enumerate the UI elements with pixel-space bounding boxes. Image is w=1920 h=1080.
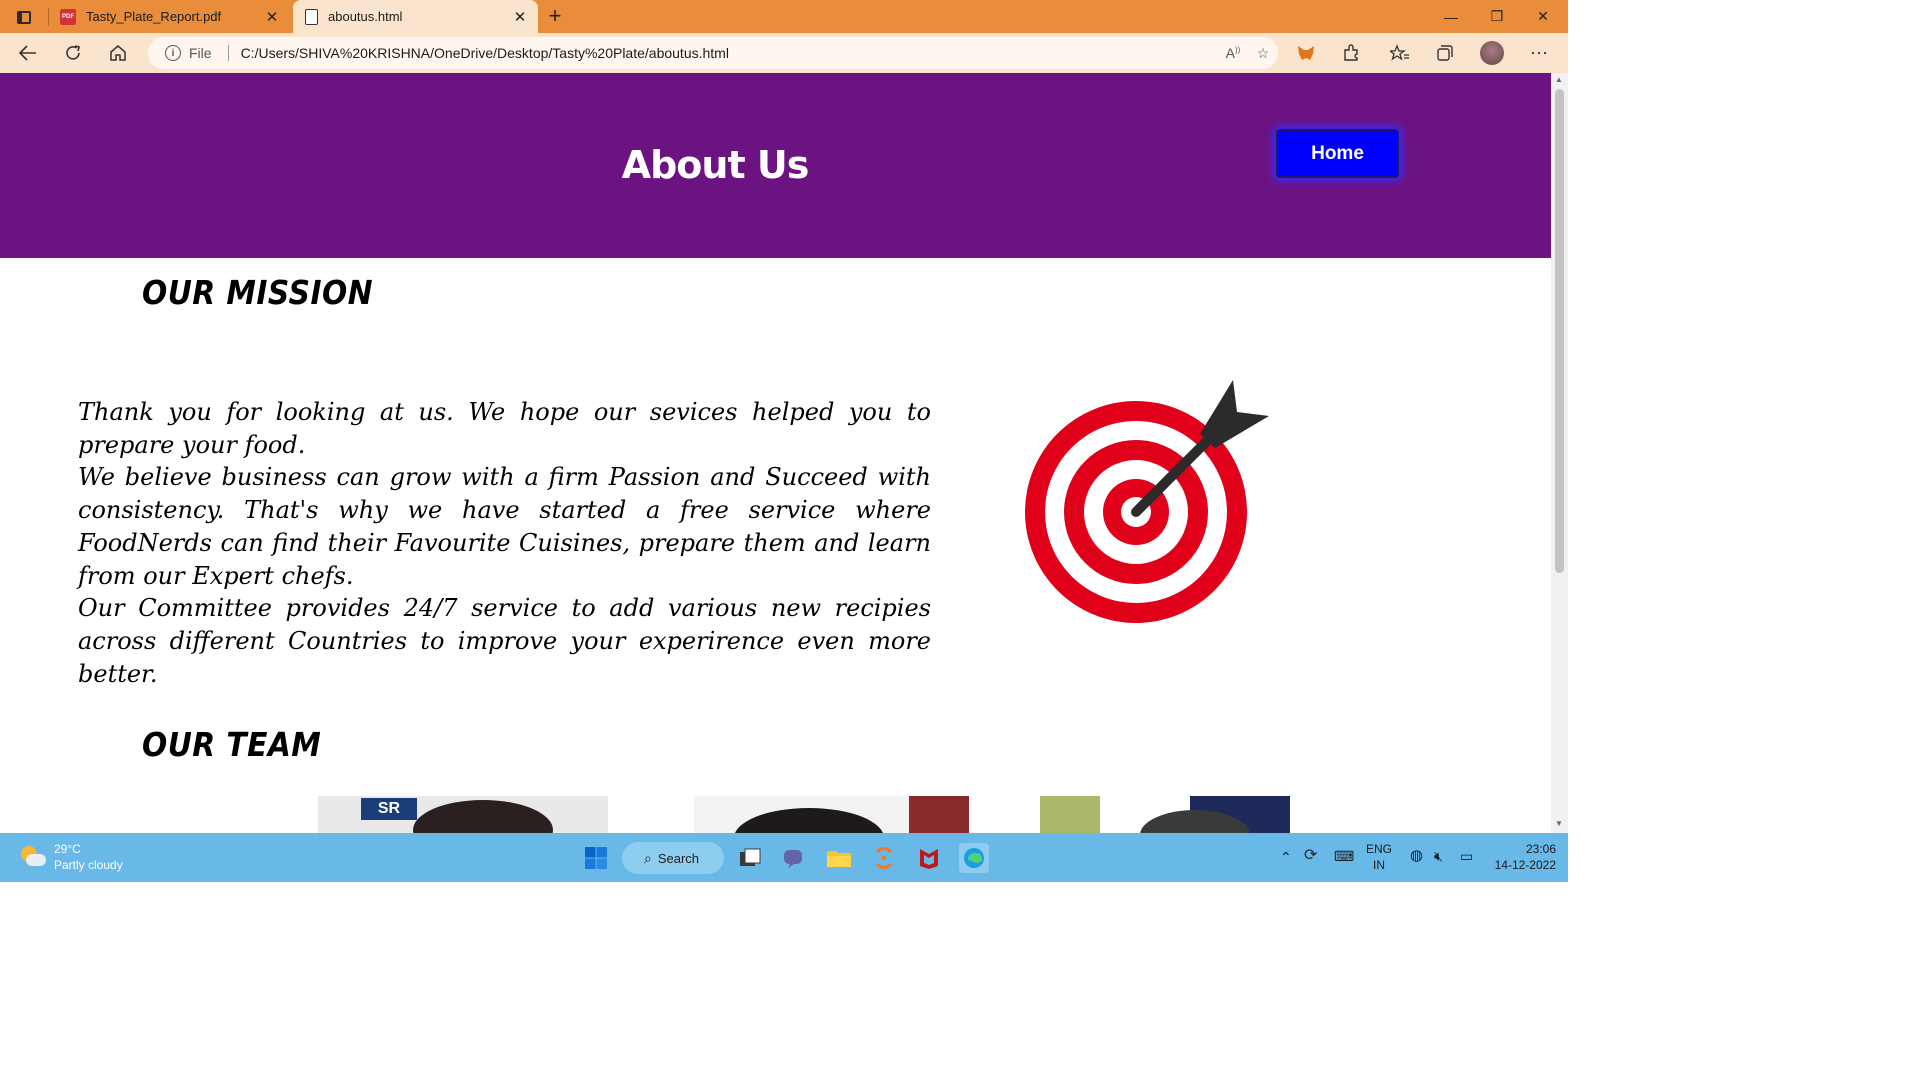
mcafee-icon[interactable] bbox=[914, 843, 944, 873]
keyboard-icon[interactable]: ⌨ bbox=[1334, 848, 1354, 864]
profile-avatar[interactable] bbox=[1478, 39, 1506, 67]
mission-paragraph: Our Committee provides 24/7 service to a… bbox=[78, 594, 931, 688]
tab-pdf-report[interactable]: PDF Tasty_Plate_Report.pdf ✕ bbox=[48, 0, 290, 33]
browser-toolbar: i File C:/Users/SHIVA%20KRISHNA/OneDrive… bbox=[0, 33, 1568, 73]
language-indicator[interactable]: ENG IN bbox=[1366, 841, 1392, 873]
tab-title: aboutus.html bbox=[328, 9, 403, 24]
mission-paragraph: We believe business can grow with a firm… bbox=[78, 463, 931, 590]
app-icon[interactable] bbox=[869, 843, 899, 873]
team-member-photo bbox=[694, 796, 969, 833]
edge-browser-icon[interactable] bbox=[959, 843, 989, 873]
start-windows-icon[interactable] bbox=[581, 843, 611, 873]
task-view-icon[interactable] bbox=[735, 843, 765, 873]
weather-description: Partly cloudy bbox=[54, 858, 123, 872]
restore-button[interactable]: ❐ bbox=[1474, 0, 1520, 33]
favorites-icon[interactable] bbox=[1386, 39, 1414, 67]
target-dartboard-icon bbox=[1025, 380, 1269, 623]
close-window-button[interactable]: ✕ bbox=[1520, 0, 1566, 33]
scroll-up-arrow-icon[interactable]: ▲ bbox=[1555, 75, 1563, 84]
page-icon bbox=[305, 8, 318, 25]
address-divider bbox=[227, 45, 229, 61]
page-viewport: About Us Home OUR MISSION Thank you for … bbox=[0, 73, 1551, 833]
info-icon[interactable]: i bbox=[165, 45, 181, 61]
clock-date: 14-12-2022 bbox=[1494, 858, 1556, 872]
scheme-label: File bbox=[189, 45, 212, 61]
pdf-file-icon: PDF bbox=[60, 8, 76, 25]
clock[interactable]: 23:06 14-12-2022 bbox=[1490, 841, 1556, 873]
team-member-photo bbox=[1040, 796, 1335, 833]
tab-aboutus[interactable]: aboutus.html ✕ bbox=[293, 0, 538, 33]
browser-titlebar: PDF Tasty_Plate_Report.pdf ✕ aboutus.htm… bbox=[0, 0, 1568, 33]
weather-temperature: 29°C bbox=[54, 842, 81, 856]
network-globe-icon[interactable]: ◍ bbox=[1410, 848, 1423, 864]
new-tab-button[interactable]: + bbox=[542, 3, 568, 29]
volume-muted-icon[interactable]: 🔇︎ bbox=[1434, 848, 1443, 864]
file-explorer-icon[interactable] bbox=[824, 843, 854, 873]
home-icon[interactable] bbox=[104, 39, 132, 67]
clock-time: 23:06 bbox=[1525, 842, 1556, 856]
extensions-icon[interactable] bbox=[1337, 39, 1365, 67]
more-menu-icon[interactable]: ⋯ bbox=[1525, 39, 1553, 67]
add-favorite-icon[interactable]: ☆ bbox=[1248, 45, 1278, 62]
taskbar-search[interactable]: ⌕ Search bbox=[622, 842, 724, 874]
mission-text: Thank you for looking at us. We hope our… bbox=[78, 396, 931, 690]
mission-paragraph: Thank you for looking at us. We hope our… bbox=[78, 398, 931, 459]
home-button[interactable]: Home bbox=[1276, 129, 1399, 178]
chevron-up-icon[interactable]: ⌃ bbox=[1280, 849, 1292, 865]
refresh-icon[interactable] bbox=[59, 39, 87, 67]
onedrive-sync-icon[interactable]: ⟳ bbox=[1304, 848, 1317, 864]
close-icon[interactable]: ✕ bbox=[510, 8, 530, 26]
language-line2: IN bbox=[1373, 858, 1385, 872]
metamask-extension-icon[interactable] bbox=[1292, 39, 1320, 67]
language-line1: ENG bbox=[1366, 842, 1393, 856]
scroll-down-arrow-icon[interactable]: ▼ bbox=[1555, 819, 1563, 828]
partly-cloudy-icon bbox=[18, 844, 46, 870]
page-scrollbar[interactable]: ▲ ▼ bbox=[1551, 73, 1568, 833]
mission-heading: OUR MISSION bbox=[142, 273, 374, 312]
address-bar[interactable]: i File C:/Users/SHIVA%20KRISHNA/OneDrive… bbox=[148, 37, 1278, 69]
windows-taskbar: 29°C Partly cloudy ⌕ Search ⌃ ⟳ ⌨ ENG IN… bbox=[0, 833, 1568, 882]
weather-widget[interactable]: 29°C Partly cloudy bbox=[18, 841, 123, 873]
tab-title: Tasty_Plate_Report.pdf bbox=[86, 9, 222, 24]
team-heading: OUR TEAM bbox=[142, 725, 322, 764]
read-aloud-icon[interactable]: A)) bbox=[1218, 45, 1248, 61]
url-text[interactable]: C:/Users/SHIVA%20KRISHNA/OneDrive/Deskto… bbox=[241, 45, 1218, 61]
search-label: Search bbox=[657, 850, 700, 866]
teams-chat-icon[interactable] bbox=[779, 843, 809, 873]
collections-icon[interactable] bbox=[1431, 39, 1459, 67]
team-member-photo: SR bbox=[318, 796, 608, 833]
battery-icon[interactable]: ▭ bbox=[1460, 848, 1473, 864]
back-arrow-icon[interactable] bbox=[14, 39, 42, 67]
page-title: About Us bbox=[621, 143, 810, 187]
tab-actions-icon[interactable] bbox=[10, 7, 38, 27]
search-icon: ⌕ bbox=[644, 849, 652, 866]
scroll-thumb[interactable] bbox=[1555, 89, 1564, 573]
close-icon[interactable]: ✕ bbox=[262, 8, 282, 26]
page-header: About Us Home bbox=[0, 73, 1551, 258]
minimize-button[interactable]: — bbox=[1428, 0, 1474, 33]
